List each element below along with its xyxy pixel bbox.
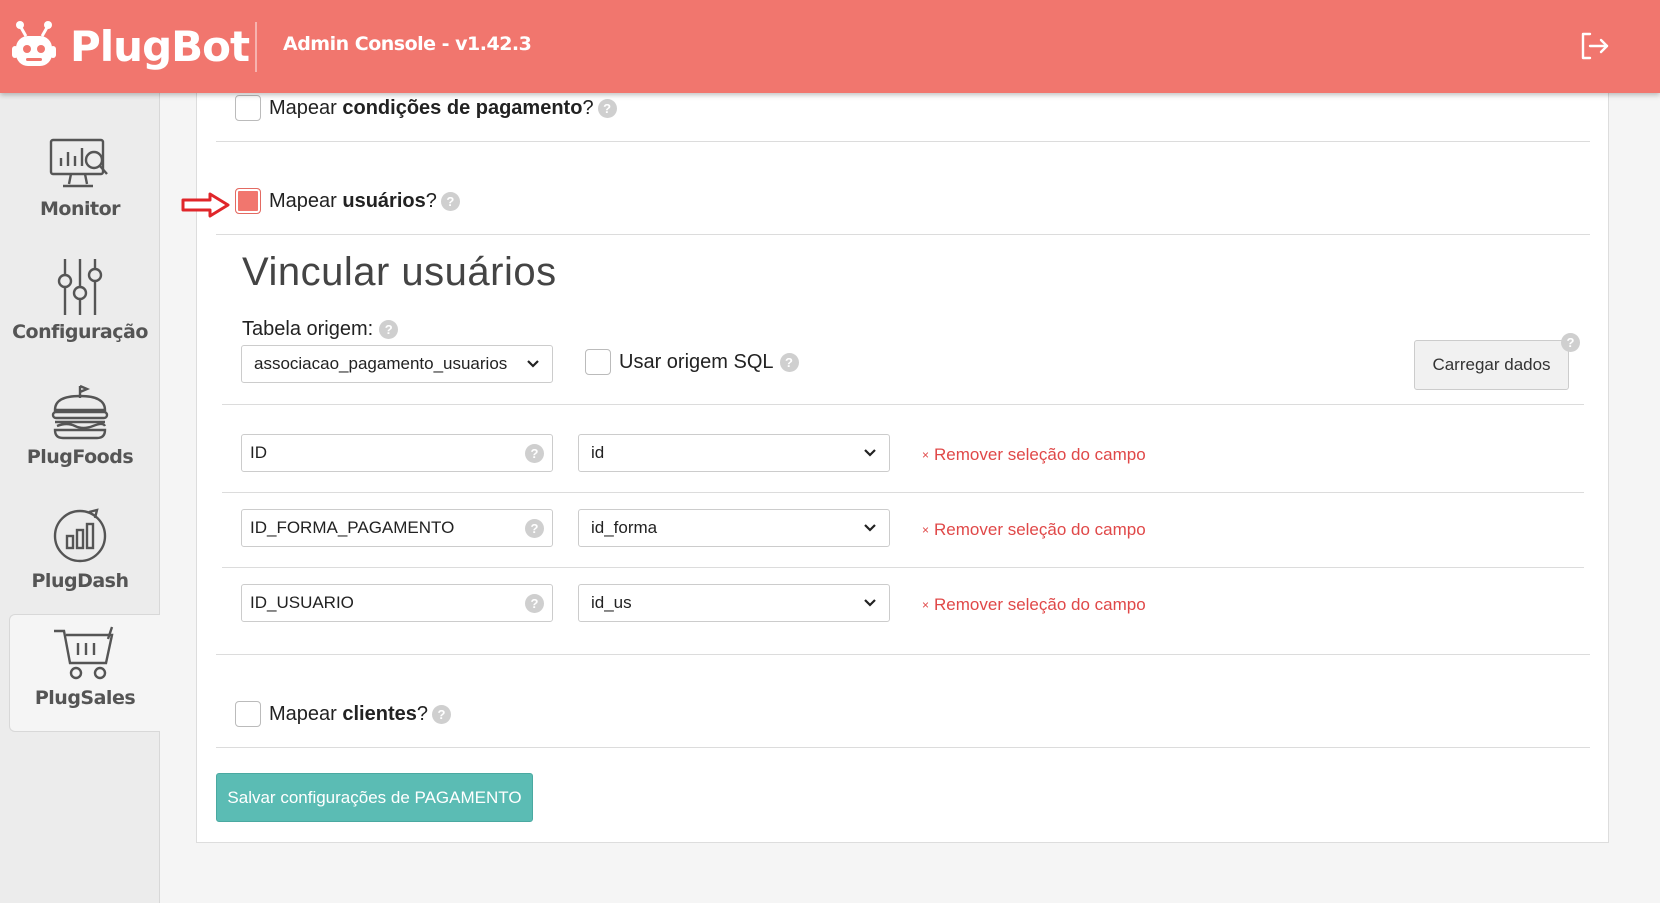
option-bold: condições de pagamento bbox=[342, 96, 583, 119]
divider bbox=[216, 654, 1590, 655]
divider bbox=[216, 141, 1590, 142]
help-icon[interactable]: ? bbox=[525, 443, 544, 463]
cart-icon bbox=[54, 626, 114, 680]
divider bbox=[216, 747, 1590, 748]
chevron-down-icon bbox=[527, 360, 539, 368]
field-name-input[interactable]: ID ? bbox=[241, 434, 553, 472]
source-table-select[interactable]: associacao_pagamento_usuarios bbox=[241, 345, 553, 383]
section-title: Vincular usuários bbox=[242, 250, 557, 294]
users-checkbox[interactable] bbox=[235, 188, 261, 214]
option-prefix: Mapear bbox=[269, 702, 337, 725]
field-column-select[interactable]: id_forma bbox=[578, 509, 890, 547]
chevron-down-icon bbox=[864, 599, 876, 607]
remove-label: Remover seleção do campo bbox=[934, 445, 1146, 464]
sidebar-item-label: Monitor bbox=[39, 198, 121, 220]
remove-label: Remover seleção do campo bbox=[934, 595, 1146, 614]
field-name: ID_FORMA_PAGAMENTO bbox=[250, 518, 455, 537]
help-icon[interactable]: ? bbox=[379, 320, 399, 339]
option-payment-conditions: Mapear condições de pagamento? ? bbox=[235, 95, 617, 121]
field-column-select[interactable]: id_us bbox=[578, 584, 890, 622]
load-data-button[interactable]: Carregar dados bbox=[1414, 340, 1569, 390]
help-icon[interactable]: ? bbox=[525, 518, 544, 538]
remove-field-link[interactable]: × Remover seleção do campo bbox=[922, 520, 1146, 540]
help-icon[interactable]: ? bbox=[779, 352, 799, 372]
option-prefix: Mapear bbox=[269, 189, 337, 212]
monitor-icon bbox=[49, 138, 108, 188]
chevron-down-icon bbox=[864, 449, 876, 457]
source-table-label: Tabela origem: bbox=[242, 318, 374, 340]
option-suffix: ? bbox=[425, 189, 437, 212]
help-icon[interactable]: ? bbox=[1561, 333, 1580, 352]
field-column: id bbox=[591, 443, 605, 462]
help-icon[interactable]: ? bbox=[440, 191, 460, 211]
sidebar-item-plugdash[interactable]: PlugDash bbox=[0, 498, 160, 628]
sidebar-item-monitor[interactable]: Monitor bbox=[0, 126, 160, 256]
close-icon: × bbox=[922, 598, 930, 612]
sidebar-item-configuracao[interactable]: Configuração bbox=[0, 249, 160, 379]
dashboard-icon bbox=[53, 508, 107, 563]
robot-icon bbox=[12, 21, 56, 66]
field-name-input[interactable]: ID_FORMA_PAGAMENTO ? bbox=[241, 509, 553, 547]
option-bold: usuários bbox=[342, 189, 426, 212]
option-suffix: ? bbox=[582, 96, 594, 119]
sidebar-item-label: PlugDash bbox=[31, 570, 130, 592]
source-table-value: associacao_pagamento_usuarios bbox=[254, 354, 508, 373]
brand-logo[interactable]: PlugBot bbox=[12, 18, 250, 74]
option-users: Mapear usuários? ? bbox=[235, 188, 460, 214]
field-name: ID_USUARIO bbox=[250, 593, 354, 612]
field-column-select[interactable]: id bbox=[578, 434, 890, 472]
sidebar: Monitor Configuração PlugFoods PlugDash bbox=[0, 93, 160, 903]
brand-name: PlugBot bbox=[70, 21, 250, 71]
close-icon: × bbox=[922, 448, 930, 462]
field-column: id_us bbox=[591, 593, 632, 612]
sliders-icon bbox=[57, 259, 103, 315]
option-clients: Mapear clientes? ? bbox=[235, 701, 451, 727]
field-column: id_forma bbox=[591, 518, 658, 537]
save-payment-settings-button[interactable]: Salvar configurações de PAGAMENTO bbox=[216, 773, 533, 822]
remove-label: Remover seleção do campo bbox=[934, 520, 1146, 539]
chevron-down-icon bbox=[864, 524, 876, 532]
sidebar-item-label: Configuração bbox=[12, 321, 148, 343]
clients-checkbox[interactable] bbox=[235, 701, 261, 727]
sidebar-item-plugsales[interactable]: PlugSales bbox=[9, 614, 160, 732]
remove-field-link[interactable]: × Remover seleção do campo bbox=[922, 445, 1146, 465]
source-table-label-row: Tabela origem: ? bbox=[242, 318, 399, 341]
divider bbox=[222, 567, 1584, 568]
close-icon: × bbox=[922, 523, 930, 537]
sidebar-item-label: PlugFoods bbox=[26, 446, 134, 468]
option-bold: clientes bbox=[342, 702, 417, 725]
field-name-input[interactable]: ID_USUARIO ? bbox=[241, 584, 553, 622]
top-header: PlugBot Admin Console - v1.42.3 bbox=[0, 0, 1660, 93]
option-prefix: Mapear bbox=[269, 96, 337, 119]
app-title: Admin Console - v1.42.3 bbox=[283, 33, 532, 55]
remove-field-link[interactable]: × Remover seleção do campo bbox=[922, 595, 1146, 615]
option-suffix: ? bbox=[416, 702, 428, 725]
help-icon[interactable]: ? bbox=[431, 704, 451, 724]
payment-conditions-checkbox[interactable] bbox=[235, 95, 261, 121]
help-icon[interactable]: ? bbox=[525, 593, 544, 613]
header-divider bbox=[255, 22, 257, 72]
field-name: ID bbox=[250, 443, 267, 462]
help-icon[interactable]: ? bbox=[597, 98, 617, 118]
burger-icon bbox=[51, 384, 109, 440]
divider bbox=[222, 404, 1584, 405]
use-sql-checkbox[interactable] bbox=[585, 349, 611, 375]
divider bbox=[216, 234, 1590, 235]
sidebar-item-plugfoods[interactable]: PlugFoods bbox=[0, 374, 160, 504]
use-sql-option: Usar origem SQL ? bbox=[585, 349, 799, 375]
logout-icon[interactable] bbox=[1578, 30, 1610, 62]
divider bbox=[222, 492, 1584, 493]
arrow-pointer-icon bbox=[181, 192, 230, 218]
use-sql-label: Usar origem SQL bbox=[619, 350, 774, 373]
sidebar-item-label: PlugSales bbox=[34, 687, 136, 709]
